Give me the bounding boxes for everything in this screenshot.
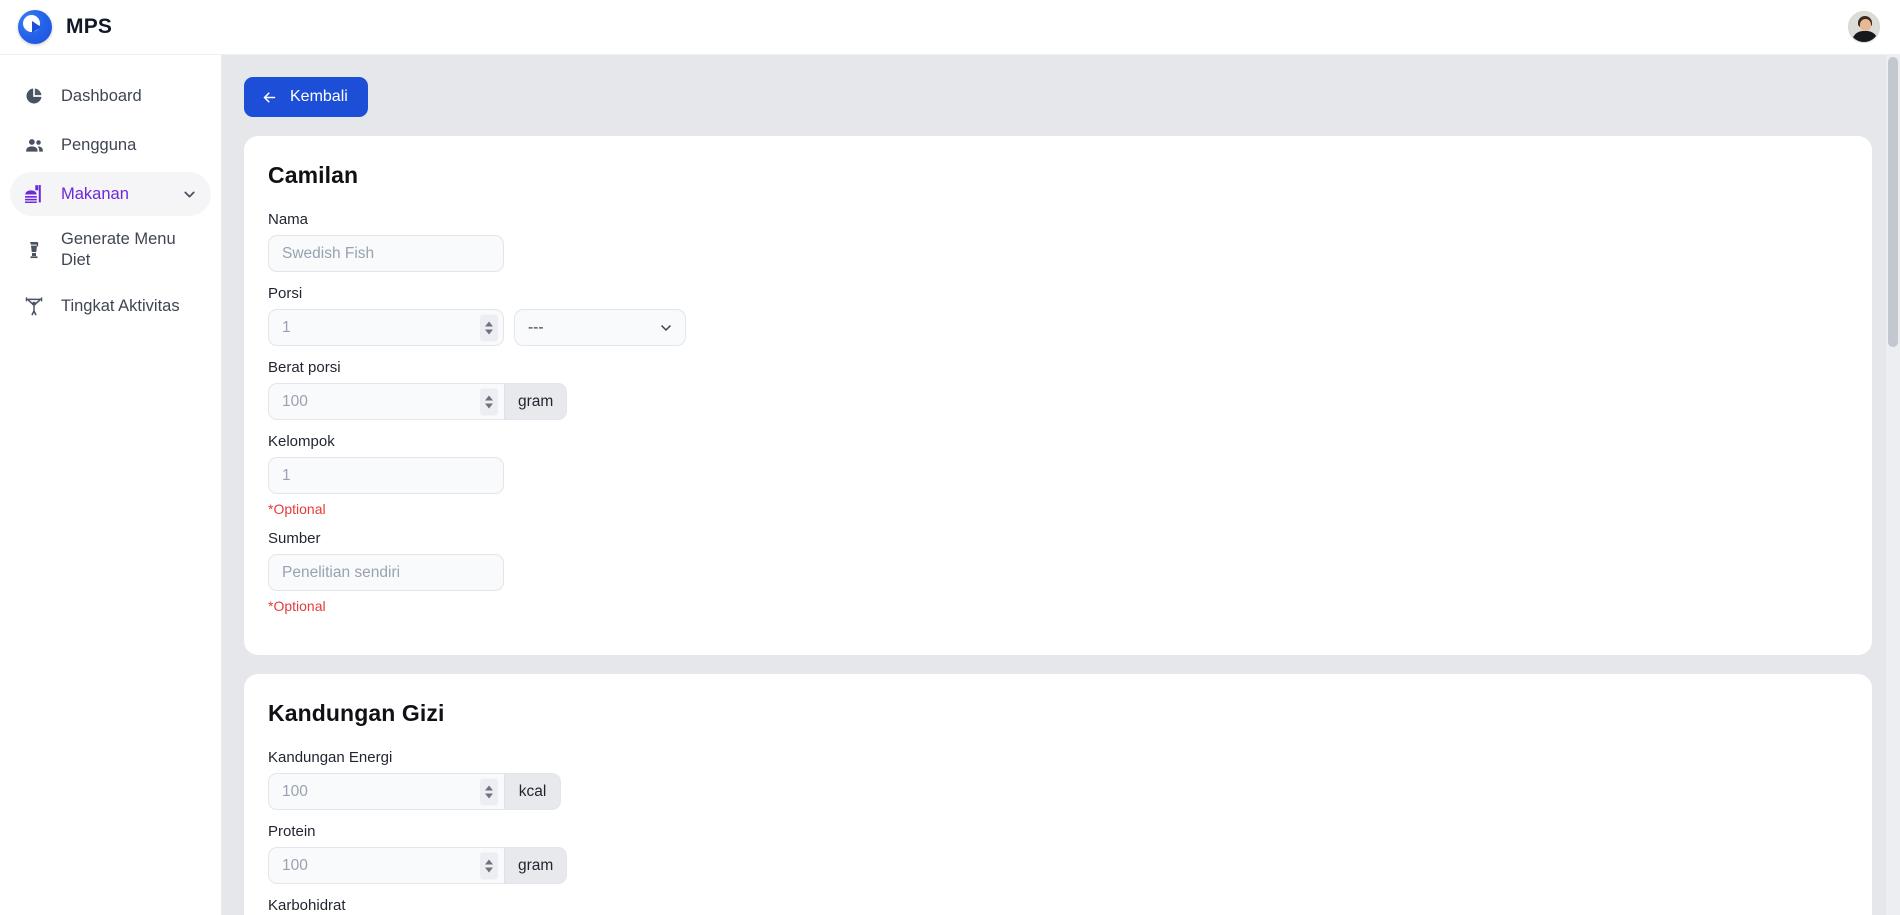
sidebar-item-makanan[interactable]: Makanan — [10, 172, 211, 216]
berat-porsi-input[interactable] — [268, 383, 504, 420]
kandungan-energi-input[interactable] — [268, 773, 504, 810]
field-porsi: Porsi --- — [268, 285, 1848, 346]
berat-porsi-unit: gram — [504, 383, 568, 420]
page-scrollbar-track[interactable] — [1886, 55, 1900, 915]
weightlifting-icon — [23, 295, 45, 317]
blender-icon — [23, 239, 45, 261]
porsi-input[interactable] — [268, 309, 504, 346]
food-tray-icon — [23, 183, 45, 205]
protein-stepper[interactable] — [480, 852, 498, 879]
porsi-stepper[interactable] — [480, 314, 498, 341]
field-label: Kelompok — [268, 433, 335, 450]
porsi-unit-select-wrap: --- — [514, 309, 686, 346]
sidebar: Dashboard Pengguna Makanan Generate Menu… — [0, 55, 222, 915]
sidebar-item-label: Makanan — [61, 184, 129, 203]
card-title: Camilan — [268, 162, 359, 188]
stepper-down-icon[interactable] — [485, 329, 493, 334]
protein-input[interactable] — [268, 847, 504, 884]
field-kandungan-energi: Kandungan Energi kcal — [268, 749, 1848, 810]
play-circle-icon — [18, 10, 52, 44]
avatar-face — [1859, 19, 1871, 31]
avatar[interactable] — [1848, 11, 1880, 43]
arrow-left-icon — [261, 89, 278, 106]
porsi-number-wrap — [268, 309, 504, 346]
users-icon — [23, 134, 45, 156]
back-button[interactable]: Kembali — [244, 77, 368, 117]
kelompok-input[interactable] — [268, 457, 504, 494]
sidebar-item-tingkat-aktivitas[interactable]: Tingkat Aktivitas — [10, 284, 211, 328]
field-label: Berat porsi — [268, 359, 341, 376]
pie-chart-icon — [23, 85, 45, 107]
back-button-label: Kembali — [290, 88, 348, 105]
sumber-input[interactable] — [268, 554, 504, 591]
berat-porsi-number-wrap — [268, 383, 504, 420]
stepper-up-icon[interactable] — [485, 395, 493, 400]
field-label: Nama — [268, 211, 309, 228]
brand-name: MPS — [66, 15, 113, 38]
chevron-down-icon[interactable] — [181, 186, 198, 203]
kelompok-optional-note: *Optional — [268, 501, 326, 517]
porsi-unit-select[interactable]: --- — [514, 309, 686, 346]
protein-unit: gram — [504, 847, 568, 884]
stepper-up-icon[interactable] — [485, 859, 493, 864]
sidebar-item-pengguna[interactable]: Pengguna — [10, 123, 211, 167]
field-sumber: Sumber *Optional — [268, 530, 1848, 614]
field-label: Protein — [268, 823, 316, 840]
sidebar-item-label: Pengguna — [61, 135, 137, 154]
berat-porsi-group: gram — [268, 383, 568, 420]
kandungan-energi-group: kcal — [268, 773, 561, 810]
field-nama: Nama — [268, 211, 1848, 272]
stepper-down-icon[interactable] — [485, 867, 493, 872]
brand[interactable]: MPS — [18, 10, 112, 44]
field-berat-porsi: Berat porsi gram — [268, 359, 1848, 420]
main-content: Kembali Camilan Nama Porsi — [222, 55, 1900, 915]
sidebar-item-label: Tingkat Aktivitas — [61, 296, 180, 315]
berat-porsi-stepper[interactable] — [480, 388, 498, 415]
card-kandungan-gizi: Kandungan Gizi Kandungan Energi kcal — [244, 674, 1872, 915]
nama-input[interactable] — [268, 235, 504, 272]
stepper-down-icon[interactable] — [485, 403, 493, 408]
page-scrollbar-thumb[interactable] — [1888, 57, 1898, 347]
field-label: Sumber — [268, 530, 321, 547]
kandungan-energi-number-wrap — [268, 773, 504, 810]
avatar-body — [1852, 31, 1878, 42]
protein-group: gram — [268, 847, 568, 884]
top-bar: MPS — [0, 0, 1900, 55]
stepper-down-icon[interactable] — [485, 793, 493, 798]
field-kelompok: Kelompok *Optional — [268, 433, 1848, 517]
kandungan-energi-stepper[interactable] — [480, 778, 498, 805]
sumber-optional-note: *Optional — [268, 598, 326, 614]
sidebar-item-generate-menu-diet[interactable]: Generate Menu Diet — [10, 221, 211, 279]
sidebar-item-label: Dashboard — [61, 86, 142, 105]
card-camilan: Camilan Nama Porsi — [244, 136, 1872, 655]
field-karbohidrat: Karbohidrat gram — [268, 897, 1848, 915]
field-label: Karbohidrat — [268, 897, 346, 914]
sidebar-item-dashboard[interactable]: Dashboard — [10, 74, 211, 118]
protein-number-wrap — [268, 847, 504, 884]
stepper-up-icon[interactable] — [485, 785, 493, 790]
kandungan-energi-unit: kcal — [504, 773, 561, 810]
stepper-up-icon[interactable] — [485, 321, 493, 326]
card-title: Kandungan Gizi — [268, 700, 445, 726]
field-label: Porsi — [268, 285, 303, 302]
field-label: Kandungan Energi — [268, 749, 393, 766]
field-protein: Protein gram — [268, 823, 1848, 884]
sidebar-item-label: Generate Menu Diet — [61, 230, 176, 269]
